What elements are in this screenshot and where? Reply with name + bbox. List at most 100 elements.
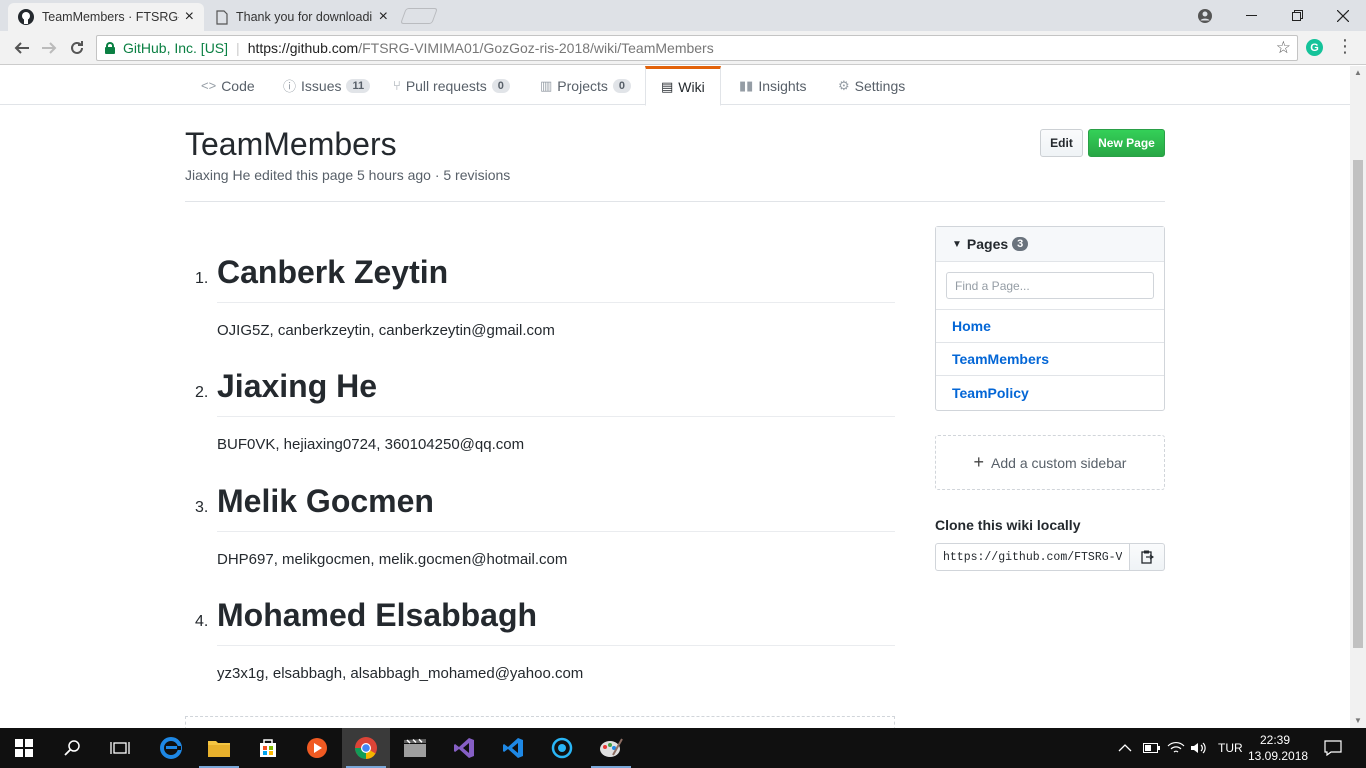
scroll-up-icon[interactable]: ▲ bbox=[1350, 66, 1366, 80]
tab-pull-requests[interactable]: ⑂ Pull requests 0 bbox=[393, 66, 510, 105]
new-page-button[interactable]: New Page bbox=[1088, 129, 1165, 157]
member-info: DHP697, melikgocmen, melik.gocmen@hotmai… bbox=[217, 551, 568, 568]
page-favicon-icon bbox=[216, 9, 228, 25]
tab-teammembers[interactable]: TeamMembers · FTSRG-V × bbox=[8, 3, 204, 31]
pull-request-icon: ⑂ bbox=[393, 78, 401, 93]
member-number: 3. bbox=[195, 499, 209, 516]
tab-settings[interactable]: ⚙ Settings bbox=[838, 66, 905, 105]
visual-studio-icon[interactable] bbox=[440, 728, 488, 768]
volume-icon[interactable] bbox=[1190, 728, 1208, 768]
page-title: TeamMembers bbox=[185, 126, 397, 162]
tab-close-icon[interactable]: × bbox=[185, 9, 194, 25]
tab-projects-label: Projects bbox=[557, 77, 608, 94]
page-viewport: <> Code ⓘ Issues 11 ⑂ Pull requests 0 ▥ … bbox=[0, 66, 1350, 728]
url-path: /FTSRG-VIMIMA01/GozGoz-ris-2018/wiki/Tea… bbox=[358, 40, 714, 56]
browser-toolbar: GitHub, Inc. [US] | https://github.com/F… bbox=[0, 31, 1366, 65]
page-link-teampolicy[interactable]: TeamPolicy bbox=[936, 376, 1164, 409]
page-scrollbar[interactable]: ▲ ▼ bbox=[1350, 66, 1366, 728]
tab-code[interactable]: <> Code bbox=[201, 66, 255, 105]
page-link-teammembers[interactable]: TeamMembers bbox=[936, 343, 1164, 376]
reload-icon[interactable] bbox=[65, 36, 89, 60]
media-player-icon[interactable] bbox=[293, 728, 341, 768]
language-indicator[interactable]: TUR bbox=[1218, 728, 1243, 768]
project-icon: ▥ bbox=[540, 77, 553, 93]
clone-url-group bbox=[935, 543, 1165, 571]
windows-start-icon[interactable] bbox=[0, 728, 48, 768]
find-page-wrap bbox=[936, 262, 1164, 310]
file-explorer-icon[interactable] bbox=[195, 728, 243, 768]
custom-sidebar-label: Add a custom sidebar bbox=[991, 454, 1127, 471]
search-icon[interactable] bbox=[48, 728, 96, 768]
bookmark-star-icon[interactable]: ☆ bbox=[1276, 38, 1291, 58]
member-info: OJIG5Z, canberkzeytin, canberkzeytin@gma… bbox=[217, 322, 555, 339]
gear-icon: ⚙ bbox=[838, 77, 850, 93]
show-hidden-icons-icon[interactable] bbox=[1118, 728, 1132, 768]
issues-counter: 11 bbox=[346, 78, 371, 93]
store-icon[interactable] bbox=[244, 728, 292, 768]
battery-icon[interactable] bbox=[1143, 728, 1161, 768]
page-link-home[interactable]: Home bbox=[936, 310, 1164, 343]
sync-app-icon[interactable] bbox=[538, 728, 586, 768]
omnibox-separator: | bbox=[236, 40, 240, 56]
book-icon: ▤ bbox=[661, 79, 674, 94]
member-name: Canberk Zeytin bbox=[217, 254, 449, 290]
grammarly-extension-icon[interactable]: G bbox=[1306, 39, 1323, 56]
tab-wiki[interactable]: ▤ Wiki bbox=[645, 66, 721, 106]
restore-icon[interactable] bbox=[1274, 0, 1320, 31]
tab-code-label: Code bbox=[221, 77, 255, 94]
add-custom-sidebar-button[interactable]: + Add a custom sidebar bbox=[935, 435, 1165, 490]
lock-icon bbox=[105, 42, 115, 54]
tab-issues[interactable]: ⓘ Issues 11 bbox=[283, 66, 371, 105]
window-close-icon[interactable] bbox=[1320, 0, 1366, 31]
forward-arrow-icon[interactable] bbox=[37, 36, 61, 60]
notifications-icon[interactable] bbox=[1324, 728, 1342, 768]
find-page-input[interactable] bbox=[946, 272, 1154, 299]
member-number: 1. bbox=[195, 270, 209, 287]
tab-download[interactable]: Thank you for downloadi × bbox=[206, 3, 398, 31]
clone-label: Clone this wiki locally bbox=[935, 517, 1081, 533]
github-favicon-icon bbox=[18, 9, 34, 25]
member-info: BUF0VK, hejiaxing0724, 360104250@qq.com bbox=[217, 436, 525, 453]
new-tab-button[interactable] bbox=[400, 8, 438, 24]
tab-title: Thank you for downloadi bbox=[236, 10, 373, 24]
member-name: Jiaxing He bbox=[217, 368, 378, 404]
issue-icon: ⓘ bbox=[283, 79, 297, 94]
back-arrow-icon[interactable] bbox=[10, 36, 34, 60]
pages-toggle[interactable]: ▼ Pages 3 bbox=[936, 227, 1164, 262]
pages-panel: ▼ Pages 3 Home TeamMembers TeamPolicy bbox=[935, 226, 1165, 411]
scroll-down-icon[interactable]: ▼ bbox=[1350, 714, 1366, 728]
clipboard-copy-button[interactable] bbox=[1130, 543, 1165, 571]
pages-label: Pages bbox=[966, 236, 1009, 252]
graph-icon: ▮▮ bbox=[739, 77, 754, 93]
tab-strip: TeamMembers · FTSRG-V × Thank you for do… bbox=[0, 0, 1366, 31]
edge-browser-icon[interactable] bbox=[147, 728, 195, 768]
video-editor-icon[interactable] bbox=[391, 728, 439, 768]
task-view-icon[interactable] bbox=[96, 728, 144, 768]
clone-url-input[interactable] bbox=[935, 543, 1130, 571]
clock[interactable]: 22:39 13.09.2018 bbox=[1248, 732, 1308, 764]
minimize-icon[interactable] bbox=[1228, 0, 1274, 31]
site-identity[interactable]: GitHub, Inc. [US] bbox=[123, 40, 228, 56]
wifi-icon[interactable] bbox=[1167, 728, 1185, 768]
repo-nav: <> Code ⓘ Issues 11 ⑂ Pull requests 0 ▥ … bbox=[0, 66, 1350, 106]
clipboard-icon bbox=[1140, 550, 1154, 564]
tab-issues-label: Issues bbox=[301, 77, 342, 94]
chrome-taskbar-icon[interactable] bbox=[342, 728, 390, 768]
chrome-menu-icon[interactable]: ⋮ bbox=[1336, 36, 1354, 57]
scrollbar-thumb[interactable] bbox=[1353, 160, 1363, 648]
heading-rule bbox=[217, 645, 895, 646]
triangle-down-icon: ▼ bbox=[952, 238, 962, 250]
profile-icon[interactable] bbox=[1190, 0, 1220, 31]
address-bar[interactable]: GitHub, Inc. [US] | https://github.com/F… bbox=[96, 35, 1298, 61]
page-meta: Jiaxing He edited this page 5 hours ago … bbox=[185, 167, 511, 183]
tab-projects[interactable]: ▥ Projects 0 bbox=[540, 66, 631, 105]
heading-rule bbox=[217, 302, 895, 303]
projects-counter: 0 bbox=[612, 78, 631, 93]
paint-icon[interactable] bbox=[587, 728, 635, 768]
edit-button[interactable]: Edit bbox=[1040, 129, 1083, 157]
tab-insights[interactable]: ▮▮ Insights bbox=[739, 66, 807, 105]
tab-close-icon[interactable]: × bbox=[379, 9, 388, 25]
plus-icon: + bbox=[973, 452, 985, 472]
clock-time: 22:39 bbox=[1259, 733, 1291, 747]
vscode-icon[interactable] bbox=[489, 728, 537, 768]
